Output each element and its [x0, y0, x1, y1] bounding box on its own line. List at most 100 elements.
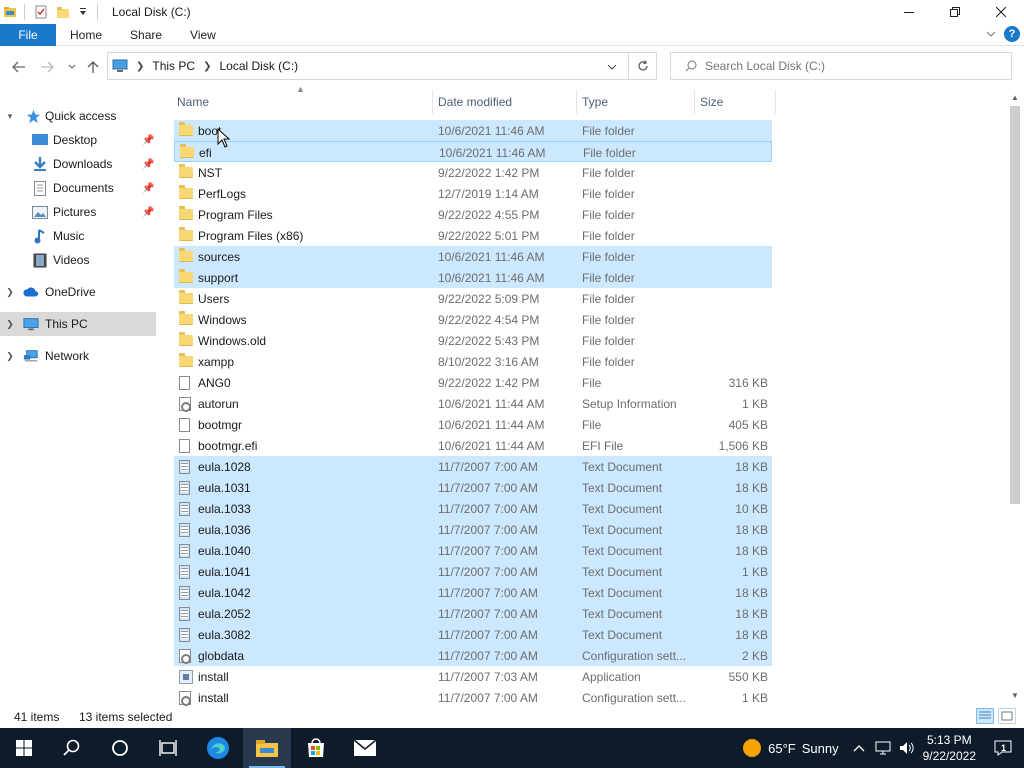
tab-file[interactable]: File: [0, 23, 56, 46]
minimize-button[interactable]: [886, 0, 932, 24]
address-dropdown-icon[interactable]: [600, 53, 624, 81]
close-button[interactable]: [978, 0, 1024, 24]
nav-network[interactable]: ❯ Network: [0, 344, 156, 368]
file-row[interactable]: eula.1033 11/7/2007 7:00 AM Text Document 1…: [174, 498, 772, 519]
help-icon[interactable]: ?: [1004, 26, 1020, 42]
nav-onedrive[interactable]: ❯ OneDrive: [0, 280, 156, 304]
address-bar[interactable]: ❯ This PC ❯ Local Disk (C:): [107, 52, 629, 80]
store-icon[interactable]: [292, 728, 340, 768]
file-row[interactable]: eula.3082 11/7/2007 7:00 AM Text Document 1…: [174, 624, 772, 645]
file-row[interactable]: eula.1031 11/7/2007 7:00 AM Text Document 1…: [174, 477, 772, 498]
nav-music[interactable]: Music: [0, 224, 156, 248]
search-box[interactable]: [670, 52, 1012, 80]
file-row[interactable]: eula.2052 11/7/2007 7:00 AM Text Document 1…: [174, 603, 772, 624]
search-icon[interactable]: [48, 728, 96, 768]
breadcrumb-local-disk[interactable]: Local Disk (C:): [219, 59, 298, 73]
file-type: Text Document: [582, 480, 663, 495]
scroll-down-icon[interactable]: ▼: [1010, 690, 1020, 700]
file-row[interactable]: xampp 8/10/2022 3:16 AM File folder: [174, 351, 772, 372]
expand-chevron-icon[interactable]: ❯: [4, 350, 16, 362]
file-row[interactable]: eula.1041 11/7/2007 7:00 AM Text Document 1…: [174, 561, 772, 582]
file-row[interactable]: install 11/7/2007 7:03 AM Application 550 K…: [174, 666, 772, 687]
file-row[interactable]: globdata 11/7/2007 7:00 AM Configuration s…: [174, 645, 772, 666]
scroll-up-icon[interactable]: ▲: [1010, 92, 1020, 102]
file-row[interactable]: Program Files 9/22/2022 4:55 PM File folde…: [174, 204, 772, 225]
weather-temp[interactable]: 65°F: [768, 741, 796, 756]
search-input[interactable]: [705, 59, 1005, 73]
breadcrumb-chevron-icon[interactable]: ❯: [203, 61, 211, 72]
customize-dropdown-icon[interactable]: [75, 4, 91, 20]
file-row[interactable]: Windows.old 9/22/2022 5:43 PM File folder: [174, 330, 772, 351]
notification-icon[interactable]: 1: [994, 740, 1012, 756]
file-row[interactable]: bootmgr.efi 10/6/2021 11:44 AM EFI File 1,5…: [174, 435, 772, 456]
back-button[interactable]: [7, 55, 31, 79]
file-row[interactable]: Users 9/22/2022 5:09 PM File folder: [174, 288, 772, 309]
scrollbar-thumb[interactable]: [1010, 106, 1020, 504]
breadcrumb-chevron-icon[interactable]: ❯: [136, 61, 144, 72]
show-hidden-icons-icon[interactable]: [853, 744, 865, 752]
collapse-chevron-icon[interactable]: ▾: [4, 110, 16, 122]
new-folder-icon[interactable]: [55, 4, 71, 20]
file-row[interactable]: eula.1028 11/7/2007 7:00 AM Text Document 1…: [174, 456, 772, 477]
file-date-modified: 11/7/2007 7:00 AM: [438, 606, 538, 621]
file-row[interactable]: eula.1036 11/7/2007 7:00 AM Text Document 1…: [174, 519, 772, 540]
nav-desktop[interactable]: Desktop 📌: [0, 128, 156, 152]
up-button[interactable]: [81, 55, 105, 79]
details-view-icon[interactable]: [976, 708, 994, 724]
nav-documents[interactable]: Documents 📌: [0, 176, 156, 200]
start-button[interactable]: [0, 728, 48, 768]
file-type: Application: [582, 669, 641, 684]
file-type: Text Document: [582, 501, 663, 516]
weather-desc[interactable]: Sunny: [802, 741, 839, 756]
vertical-scrollbar[interactable]: ▲ ▼: [1006, 90, 1024, 704]
column-header-size[interactable]: Size: [695, 90, 776, 114]
nav-this-pc[interactable]: ❯ This PC: [0, 312, 156, 336]
settings-file-icon: [179, 393, 195, 414]
file-row[interactable]: boot 10/6/2021 11:46 AM File folder: [174, 120, 772, 141]
file-date-modified: 11/7/2007 7:00 AM: [438, 627, 538, 642]
nav-downloads[interactable]: Downloads 📌: [0, 152, 156, 176]
clock[interactable]: 5:13 PM 9/22/2022: [923, 732, 976, 764]
file-row[interactable]: efi 10/6/2021 11:46 AM File folder: [174, 141, 772, 162]
tab-home[interactable]: Home: [56, 24, 116, 46]
file-row[interactable]: NST 9/22/2022 1:42 PM File folder: [174, 162, 772, 183]
explorer-icon[interactable]: [2, 4, 18, 20]
network-status-icon[interactable]: [875, 741, 891, 755]
file-row[interactable]: autorun 10/6/2021 11:44 AM Setup Informati…: [174, 393, 772, 414]
file-row[interactable]: PerfLogs 12/7/2019 1:14 AM File folder: [174, 183, 772, 204]
large-icons-view-icon[interactable]: [998, 708, 1016, 724]
forward-button[interactable]: [35, 55, 59, 79]
maximize-button[interactable]: [932, 0, 978, 24]
file-row[interactable]: support 10/6/2021 11:46 AM File folder: [174, 267, 772, 288]
column-header-date[interactable]: Date modified: [433, 90, 577, 114]
expand-chevron-icon[interactable]: ❯: [4, 318, 16, 330]
file-type: Text Document: [582, 606, 663, 621]
breadcrumb-this-pc[interactable]: This PC: [152, 59, 195, 73]
expand-ribbon-icon[interactable]: [986, 27, 996, 41]
file-row[interactable]: eula.1040 11/7/2007 7:00 AM Text Document 1…: [174, 540, 772, 561]
file-row[interactable]: ANG0 9/22/2022 1:42 PM File 316 KB: [174, 372, 772, 393]
file-explorer-icon[interactable]: [243, 728, 291, 768]
nav-quick-access[interactable]: ▾ Quick access: [0, 104, 156, 128]
column-header-type[interactable]: Type: [577, 90, 695, 114]
nav-videos[interactable]: Videos: [0, 248, 156, 272]
weather-sun-icon[interactable]: [742, 738, 762, 758]
properties-icon[interactable]: [33, 4, 49, 20]
edge-browser-icon[interactable]: [194, 728, 242, 768]
file-row[interactable]: sources 10/6/2021 11:46 AM File folder: [174, 246, 772, 267]
tab-view[interactable]: View: [176, 24, 230, 46]
file-row[interactable]: Program Files (x86) 9/22/2022 5:01 PM File…: [174, 225, 772, 246]
mail-icon[interactable]: [341, 728, 389, 768]
file-row[interactable]: eula.1042 11/7/2007 7:00 AM Text Document 1…: [174, 582, 772, 603]
nav-pictures[interactable]: Pictures 📌: [0, 200, 156, 224]
cortana-icon[interactable]: [96, 728, 144, 768]
expand-chevron-icon[interactable]: ❯: [4, 286, 16, 298]
volume-icon[interactable]: [899, 741, 915, 755]
task-view-icon[interactable]: [144, 728, 192, 768]
file-row[interactable]: install 11/7/2007 7:00 AM Configuration se…: [174, 687, 772, 708]
file-name: install: [198, 669, 229, 684]
tab-share[interactable]: Share: [116, 24, 176, 46]
file-row[interactable]: Windows 9/22/2022 4:54 PM File folder: [174, 309, 772, 330]
refresh-button[interactable]: [629, 52, 657, 80]
file-row[interactable]: bootmgr 10/6/2021 11:44 AM File 405 KB: [174, 414, 772, 435]
